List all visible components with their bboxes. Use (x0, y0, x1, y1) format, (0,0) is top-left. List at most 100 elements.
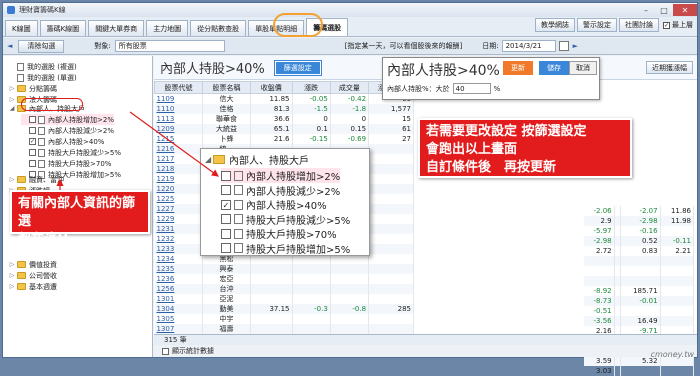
tree-item[interactable]: 內部人持股減少>2% (21, 125, 114, 136)
tab-main-map[interactable]: 主力地圖 (146, 20, 189, 36)
column-header[interactable]: 漲跌 (291, 81, 331, 94)
table-row[interactable]: 1236 宏亞 (154, 274, 414, 284)
stock-code-link[interactable]: 1218 (154, 164, 204, 174)
table-row[interactable]: 1235 興泰 (154, 264, 414, 274)
checkbox-box[interactable] (29, 160, 36, 167)
zoom-tree-item[interactable]: 內部人持股增加>2% (221, 168, 341, 183)
tree-item[interactable]: ▷ 分點籌碼 (9, 83, 57, 94)
stock-code-link[interactable]: 1220 (154, 184, 204, 194)
zoom-tree-item[interactable]: 持股大戶持股減少>5% (221, 212, 350, 227)
expand-icon[interactable]: ▷ (9, 96, 15, 103)
community-button[interactable]: 社團討論 (619, 18, 659, 32)
checkbox-box[interactable] (29, 116, 36, 123)
tab-key-broker[interactable]: 關鍵大單券商 (88, 20, 145, 36)
table-row[interactable]: 3.03 (584, 366, 695, 376)
checkbox-box[interactable] (221, 214, 231, 224)
recent-gain-dropdown[interactable]: 近期獲漲幅 (646, 61, 693, 74)
tree-item[interactable]: 持股大戶持股>70% (21, 158, 111, 169)
cancel-button[interactable]: 取消 (569, 61, 597, 75)
stock-code-link[interactable]: 1217 (154, 154, 204, 164)
stock-code-link[interactable]: 1305 (154, 314, 204, 324)
zoom-folder-row[interactable]: ◢ 內部人、持股大戶 (205, 152, 309, 167)
checkbox-box[interactable]: ✓ (29, 138, 36, 145)
stock-code-link[interactable]: 1256 (154, 284, 204, 294)
table-row[interactable] (584, 266, 695, 276)
table-row[interactable]: 1305 中宇 (154, 314, 414, 324)
update-button[interactable]: 更新 (503, 61, 533, 75)
checkbox-box[interactable]: ✓ (221, 199, 231, 210)
stock-code-link[interactable]: 1229 (154, 214, 204, 224)
back-arrow-icon[interactable]: ◄ (7, 42, 12, 50)
table-row[interactable] (584, 276, 695, 286)
minimize-icon[interactable]: – (637, 4, 655, 16)
checkbox-box[interactable]: ✓ (663, 21, 670, 29)
tree-item[interactable]: ▷ 基本週遭 (9, 281, 57, 292)
expand-icon[interactable]: ▷ (9, 85, 15, 92)
table-row[interactable]: 1209 大統益 65.1 0.1 0.15 61 (154, 124, 414, 134)
column-header[interactable]: 股票代號 (153, 81, 204, 94)
zoom-tree-item[interactable]: 持股大戶持股增加>5% (221, 241, 350, 256)
collapse-icon[interactable]: ◢ (9, 105, 15, 112)
save-button[interactable]: 儲存 (539, 61, 569, 75)
stock-code-link[interactable]: 1227 (154, 204, 204, 214)
table-row[interactable]: -8.92 185.71 (584, 286, 695, 296)
zoom-tree-item[interactable]: 內部人持股減少>2% (221, 183, 340, 198)
maximize-icon[interactable]: □ (655, 4, 673, 16)
collapse-icon[interactable]: ◢ (205, 155, 211, 164)
checkbox-box[interactable] (162, 347, 169, 355)
table-row[interactable] (584, 256, 695, 266)
table-row[interactable]: 2.9 -2.98 11.98 (584, 216, 695, 226)
stock-code-link[interactable]: 1301 (154, 294, 204, 304)
expand-icon[interactable]: ▷ (9, 261, 15, 268)
table-row[interactable]: 2.72 0.83 2.21 (584, 246, 695, 256)
tab-branch-search[interactable]: 從分點數查股 (190, 20, 247, 36)
tree-item[interactable]: 我的選股 (複選) (9, 61, 77, 72)
expand-icon[interactable]: ▷ (9, 176, 15, 183)
forward-arrow-icon[interactable]: ► (573, 42, 578, 50)
stock-code-link[interactable]: 1216 (154, 144, 204, 154)
stock-code-link[interactable]: 1225 (154, 194, 204, 204)
table-row[interactable]: 1110 佳格 81.3 -1.5 -1.8 1,577 (154, 104, 414, 114)
expand-icon[interactable]: ▷ (9, 283, 15, 290)
tab-chip-kline[interactable]: 籌碼K線圖 (39, 20, 87, 36)
stock-code-link[interactable]: 1232 (154, 234, 204, 244)
stock-code-link[interactable]: 1113 (154, 114, 204, 124)
checkbox-box[interactable] (221, 243, 231, 253)
tree-item[interactable]: 持股大戶持股減少>5% (21, 147, 121, 158)
checkbox-box[interactable] (29, 127, 36, 134)
stock-code-link[interactable]: 1233 (154, 244, 204, 254)
table-row[interactable]: -8.73 -0.01 (584, 296, 695, 306)
stock-code-link[interactable]: 1215 (154, 134, 204, 144)
stock-code-link[interactable]: 1234 (154, 254, 204, 264)
condition-value-select[interactable]: 40 (452, 83, 491, 94)
stock-code-link[interactable]: 1109 (154, 93, 204, 104)
tree-item[interactable]: ▷ 融資、當沖 (9, 174, 64, 185)
table-row[interactable]: -0.51 (584, 306, 695, 316)
column-header[interactable]: 成交量 (329, 81, 370, 94)
stock-code-link[interactable]: 1307 (154, 324, 204, 334)
stock-code-link[interactable]: 1235 (154, 264, 204, 274)
tree-item[interactable]: ✓ 內部人持股>40% (21, 136, 104, 147)
close-icon[interactable]: ✕ (673, 4, 697, 16)
tree-item[interactable]: 內部人持股增加>2% (21, 114, 114, 125)
tree-item[interactable]: 我的選股 (單選) (9, 72, 77, 83)
expand-icon[interactable]: ▷ (9, 272, 15, 279)
always-on-top-checkbox[interactable]: ✓ 最上層 (663, 20, 693, 30)
table-row[interactable]: -2.06 -2.07 11.86 (584, 206, 695, 216)
checkbox-box[interactable] (29, 149, 36, 156)
stock-code-link[interactable]: 1209 (154, 124, 204, 134)
table-row[interactable]: 1109信大11.85-0.05-0.4266 (154, 93, 414, 104)
filter-settings-button[interactable]: 篩選設定 (273, 59, 322, 76)
checkbox-box[interactable] (221, 170, 231, 181)
table-row[interactable]: 1256 台沖 (154, 284, 414, 294)
stock-code-link[interactable]: 1219 (154, 174, 204, 184)
date-input[interactable]: 2014/3/21 (501, 40, 556, 52)
table-row[interactable]: 1301 亞泥 (154, 294, 414, 304)
stock-code-link[interactable]: 1110 (154, 104, 204, 114)
tree-item[interactable]: ▷ 價值投資 (9, 259, 57, 270)
stock-code-link[interactable]: 1236 (154, 274, 204, 284)
checkbox-box[interactable] (221, 228, 231, 239)
table-row[interactable]: -5.97 -0.16 (584, 226, 695, 236)
table-row[interactable]: 1215 卜蜂 21.6 -0.15 -0.69 27 (154, 134, 414, 144)
stock-code-link[interactable]: 1231 (154, 224, 204, 234)
